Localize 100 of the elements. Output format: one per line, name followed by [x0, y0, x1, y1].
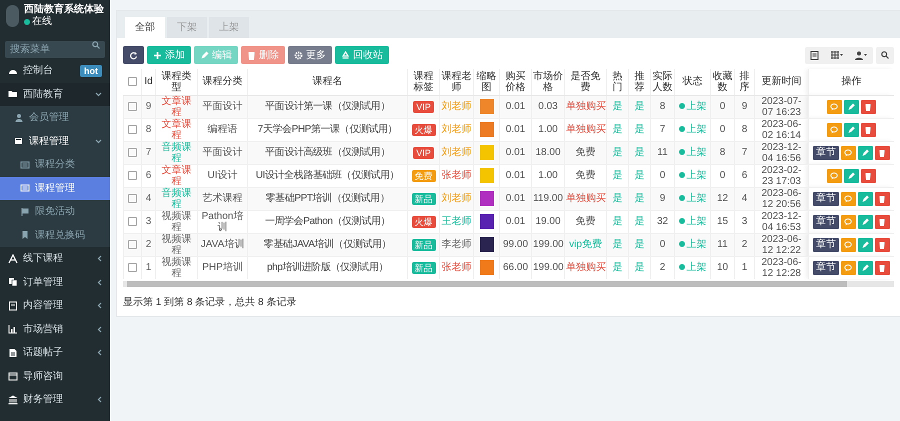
edit-button[interactable] — [858, 214, 873, 228]
hot-cell: 是 — [606, 256, 628, 278]
comment-button[interactable] — [840, 214, 856, 228]
comment-button[interactable] — [840, 238, 856, 252]
id-cell: 1 — [142, 256, 156, 278]
comment-button[interactable] — [840, 146, 856, 160]
sidebar-item[interactable]: 线下课程 — [0, 247, 110, 270]
edit-button[interactable] — [844, 122, 859, 136]
category-cell: 编程语 — [198, 118, 248, 141]
recommended-cell: 是 — [628, 210, 650, 233]
tag-badge: 火爆 — [412, 216, 436, 228]
tab[interactable]: 全部 — [125, 17, 165, 38]
edit-button[interactable] — [858, 146, 873, 160]
sidebar-item[interactable]: 导师咨询 — [0, 364, 110, 388]
sidebar-item[interactable]: 市场营销 — [0, 318, 110, 341]
course-name-cell: 零基础JAVA培训（仅测试用） — [248, 233, 408, 256]
chapter-button[interactable]: 章节 — [812, 214, 839, 228]
status-text: 上架 — [686, 192, 706, 204]
calendar-icon — [8, 371, 18, 382]
column-header: 课程标签 — [408, 69, 440, 95]
course-name-cell: UI设计全栈路基础班（仅测试用） — [248, 164, 408, 187]
status-text: 上架 — [686, 170, 706, 181]
edit-button[interactable] — [844, 168, 859, 182]
checkbox[interactable] — [128, 216, 137, 226]
course-type-cell: 视频课程 — [156, 256, 198, 278]
trash-icon — [878, 218, 886, 226]
sidebar-item[interactable]: 话题帖子 — [0, 341, 110, 364]
sidebar-item[interactable]: 财务管理 — [0, 388, 110, 412]
book-icon — [14, 136, 24, 146]
favorites-cell: 10 — [710, 256, 734, 278]
tag-badge: 新品 — [412, 192, 436, 204]
edit-button[interactable] — [844, 100, 859, 114]
free-status-cell: 单独购买 — [564, 95, 606, 118]
sort-cell: 8 — [734, 118, 754, 141]
sidebar-item[interactable]: 课程管理 — [0, 130, 110, 153]
pencil-icon — [200, 50, 209, 60]
favorites-cell: 11 — [710, 233, 734, 256]
comment-button[interactable] — [826, 168, 842, 182]
delete-button[interactable] — [874, 238, 890, 252]
sidebar-item[interactable]: 课程管理 — [0, 176, 110, 200]
comment-button[interactable] — [840, 260, 856, 274]
price-cell: 0.01 — [500, 187, 532, 210]
sidebar-item[interactable]: 会员管理 — [0, 106, 110, 130]
sidebar-item[interactable]: 控制台 hot — [0, 59, 110, 82]
sidebar-item[interactable]: 课程分类 — [0, 153, 110, 176]
delete-button[interactable] — [860, 122, 876, 136]
chapter-button[interactable]: 章节 — [812, 238, 839, 252]
delete-button[interactable] — [874, 192, 890, 206]
checkbox[interactable] — [128, 77, 137, 86]
comment-button[interactable] — [826, 122, 842, 136]
chapter-button[interactable]: 章节 — [812, 260, 839, 274]
price-cell: 0.01 — [500, 118, 532, 141]
people-count-cell: 11 — [650, 141, 674, 164]
refresh-button[interactable] — [123, 46, 144, 64]
edit-button[interactable] — [858, 192, 873, 206]
id-cell: 4 — [142, 187, 156, 210]
course-type-cell: 视频课程 — [156, 210, 198, 233]
sort-cell: 9 — [734, 95, 754, 118]
pencil-icon — [861, 194, 870, 202]
pencil-icon — [861, 148, 870, 156]
checkbox[interactable] — [128, 124, 137, 134]
sidebar-item[interactable]: 订单管理 — [0, 270, 110, 294]
people-count-cell: 0 — [650, 233, 674, 256]
search-button[interactable] — [876, 46, 894, 64]
price-cell: 199.00 — [532, 256, 564, 278]
category-cell: Pathon培训 — [198, 210, 248, 233]
trash-icon — [878, 240, 886, 248]
chapter-button[interactable]: 章节 — [812, 146, 839, 160]
course-type-cell: 文章课程 — [156, 95, 198, 118]
checkbox[interactable] — [128, 148, 137, 157]
sidebar-item[interactable]: 限免活动 — [0, 200, 110, 224]
trash-icon — [864, 102, 872, 110]
checkbox[interactable] — [128, 170, 137, 180]
checkbox[interactable] — [128, 194, 137, 203]
delete-button[interactable] — [860, 168, 876, 182]
delete-button[interactable] — [874, 146, 890, 160]
checkbox[interactable] — [128, 102, 137, 111]
sidebar-item[interactable]: 内容管理 — [0, 294, 110, 318]
bar-chart-icon — [8, 324, 18, 334]
speech-bubble-icon — [844, 264, 852, 272]
id-cell: 9 — [142, 95, 156, 118]
course-type-cell: 音频课程 — [156, 141, 198, 164]
checkbox[interactable] — [128, 240, 137, 249]
checkbox[interactable] — [128, 262, 137, 272]
comment-button[interactable] — [826, 100, 842, 114]
search-menu-field[interactable]: 搜索菜单 — [5, 41, 105, 58]
edit-button[interactable] — [858, 260, 873, 274]
plus-icon — [153, 50, 162, 60]
id-cell: 6 — [142, 164, 156, 187]
edit-button[interactable] — [858, 238, 873, 252]
sidebar-item[interactable]: 西陆教育 — [0, 82, 110, 106]
column-header: 操作 — [808, 69, 894, 95]
comment-button[interactable] — [840, 192, 856, 206]
trash-icon — [864, 172, 872, 180]
chapter-button[interactable]: 章节 — [812, 192, 839, 206]
delete-button[interactable] — [874, 214, 890, 228]
delete-button[interactable] — [874, 260, 890, 274]
sidebar-item[interactable]: 课程兑换码 — [0, 224, 110, 247]
more-button[interactable]: 更多 — [288, 46, 332, 64]
delete-button[interactable] — [860, 100, 876, 114]
